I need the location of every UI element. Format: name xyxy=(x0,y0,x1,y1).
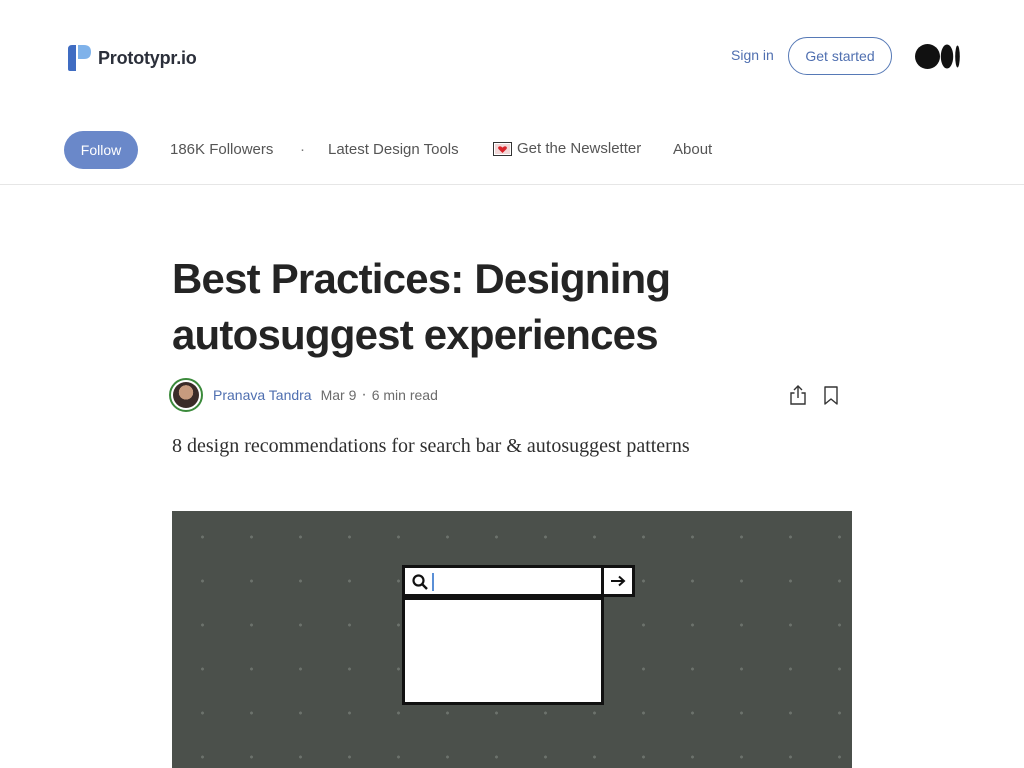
nav-link-newsletter[interactable]: Get the Newsletter xyxy=(493,140,641,157)
nav-link-latest-design-tools[interactable]: Latest Design Tools xyxy=(328,141,459,158)
nav-link-newsletter-label: Get the Newsletter xyxy=(517,140,642,157)
text-caret xyxy=(432,573,434,591)
publication-nav: Follow 186K Followers · Latest Design To… xyxy=(0,115,1024,185)
author-name-link[interactable]: Pranava Tandra xyxy=(213,387,312,403)
byline: Pranava Tandra Mar 9 · 6 min read xyxy=(169,377,438,413)
bookmark-icon[interactable] xyxy=(822,385,840,406)
read-time: 6 min read xyxy=(371,387,438,403)
article-subtitle: 8 design recommendations for search bar … xyxy=(172,435,690,457)
illustration-submit-button xyxy=(601,565,635,597)
illustration-search-input xyxy=(402,565,604,597)
publish-date: Mar 9 xyxy=(320,387,357,403)
medium-logo-icon[interactable] xyxy=(915,44,961,69)
hero-image xyxy=(172,511,852,768)
envelope-heart-icon xyxy=(493,141,512,156)
illustration-suggestion-dropdown xyxy=(402,597,604,705)
brand-name: Prototypr.io xyxy=(98,47,197,68)
brand-home-link[interactable]: Prototypr.io xyxy=(66,43,197,73)
meta-separator: · xyxy=(361,386,367,403)
followers-count: 186K Followers xyxy=(170,141,274,158)
author-photo xyxy=(173,382,199,408)
prototypr-logo-icon xyxy=(68,45,91,71)
follow-button[interactable]: Follow xyxy=(64,131,138,169)
arrow-right-icon xyxy=(611,575,626,587)
share-icon[interactable] xyxy=(788,384,808,406)
top-bar: Prototypr.io Sign in Get started xyxy=(0,0,1024,115)
nav-separator: · xyxy=(300,141,305,158)
search-icon xyxy=(412,574,428,590)
get-started-button[interactable]: Get started xyxy=(788,37,892,75)
sign-in-link[interactable]: Sign in xyxy=(731,47,774,63)
author-avatar[interactable] xyxy=(169,378,203,412)
article-title: Best Practices: Designing autosuggest ex… xyxy=(172,255,671,358)
nav-link-about[interactable]: About xyxy=(673,141,712,158)
